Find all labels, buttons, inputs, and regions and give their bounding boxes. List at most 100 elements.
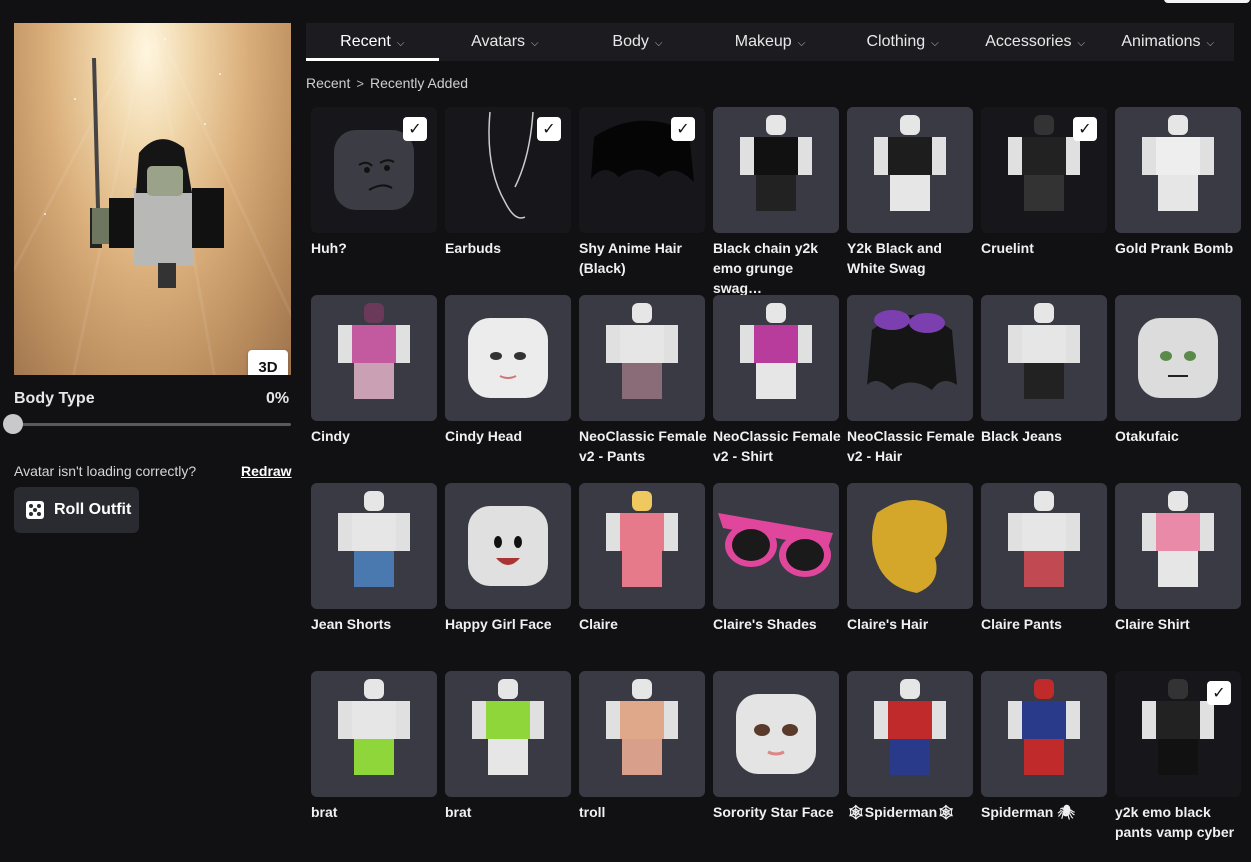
tab-clothing[interactable]: Clothing ⌵: [836, 23, 969, 61]
item-name: Claire: [579, 616, 618, 632]
chevron-down-icon: ⌵: [654, 37, 663, 49]
item-thumbnail[interactable]: [1115, 295, 1241, 421]
avatar-preview[interactable]: 3D: [14, 23, 291, 375]
item-thumbnail[interactable]: [445, 671, 571, 797]
item-thumbnail[interactable]: [713, 295, 839, 421]
tab-animations[interactable]: Animations ⌵: [1101, 23, 1234, 61]
item-thumbnail[interactable]: [981, 671, 1107, 797]
item-thumbnail[interactable]: [445, 295, 571, 421]
item-name: NeoClassic Female v2 - Hair: [847, 428, 975, 464]
tab-recent[interactable]: Recent ⌵: [306, 23, 439, 61]
tab-label: Avatars: [471, 33, 526, 50]
checkmark-icon[interactable]: ✓: [403, 117, 427, 141]
item-name: Cindy Head: [445, 428, 523, 444]
item-name: brat: [445, 804, 472, 820]
chevron-down-icon: ⌵: [531, 37, 539, 49]
tab-label: Clothing: [866, 33, 926, 50]
tab-avatars[interactable]: Avatars ⌵: [439, 23, 572, 61]
tab-label: Recent: [340, 33, 391, 50]
item-thumbnail[interactable]: [847, 483, 973, 609]
item-name: NeoClassic Female v2 - Pants: [579, 428, 707, 464]
body-type-slider[interactable]: [14, 423, 291, 426]
item-thumbnail[interactable]: [579, 295, 705, 421]
item-name: Sorority Star Face: [713, 804, 834, 820]
item-name: Claire's Hair: [847, 616, 929, 632]
item-name: y2k emo black pants vamp cyber: [1115, 804, 1235, 840]
item-thumbnail[interactable]: [847, 295, 973, 421]
item-name: Huh?: [311, 240, 347, 256]
item-thumbnail[interactable]: [311, 483, 437, 609]
checkmark-icon[interactable]: ✓: [537, 117, 561, 141]
view-3d-button[interactable]: 3D: [248, 350, 288, 375]
avatar-help-text: Avatar isn't loading correctly?: [14, 463, 197, 479]
body-type-slider-thumb[interactable]: [3, 414, 23, 434]
item-name: Otakufaic: [1115, 428, 1179, 444]
tab-label: Makeup: [734, 33, 792, 50]
body-type-value: 0%: [266, 390, 290, 407]
item-thumbnail[interactable]: [713, 483, 839, 609]
item-name: Claire Pants: [981, 616, 1062, 632]
item-thumbnail[interactable]: [311, 295, 437, 421]
item-thumbnail[interactable]: [311, 671, 437, 797]
item-name: Cruelint: [981, 240, 1034, 256]
breadcrumb-current: Recently Added: [369, 75, 469, 91]
tab-label: Body: [612, 33, 649, 50]
item-name: Black chain y2k emo grunge swag…: [713, 240, 819, 296]
item-thumbnail[interactable]: [579, 671, 705, 797]
tab-body[interactable]: Body ⌵: [571, 23, 704, 61]
item-name: Claire Shirt: [1115, 616, 1190, 632]
item-thumbnail[interactable]: [1115, 483, 1241, 609]
item-name: troll: [579, 804, 606, 820]
breadcrumb-root[interactable]: Recent: [306, 75, 350, 91]
sparkle: [164, 38, 166, 40]
item-name: Jean Shorts: [311, 616, 392, 632]
item-name: Happy Girl Face: [445, 616, 552, 632]
category-tabs: Recent ⌵ Avatars ⌵ Body ⌵ Makeup ⌵ Clothing ⌵…: [306, 23, 1234, 61]
item-name: Shy Anime Hair (Black): [579, 240, 682, 276]
tab-label: Accessories: [985, 33, 1072, 50]
redraw-link[interactable]: Redraw: [241, 463, 292, 479]
tab-makeup[interactable]: Makeup ⌵: [704, 23, 837, 61]
item-thumbnail[interactable]: [445, 483, 571, 609]
item-thumbnail[interactable]: [981, 295, 1107, 421]
chevron-down-icon: ⌵: [797, 37, 806, 49]
item-thumbnail[interactable]: ✓: [981, 107, 1107, 233]
item-thumbnail[interactable]: ✓: [445, 107, 571, 233]
item-name: Black Jeans: [981, 428, 1062, 444]
chevron-down-icon: ⌵: [1077, 37, 1086, 49]
item-name: Cindy: [311, 428, 350, 444]
item-thumbnail[interactable]: ✓: [1115, 671, 1241, 797]
item-thumbnail[interactable]: [713, 107, 839, 233]
avatar-model: [90, 58, 224, 288]
chevron-down-icon: ⌵: [1206, 37, 1215, 49]
item-name: Gold Prank Bomb: [1115, 240, 1234, 256]
item-name: Y2k Black and White Swag: [847, 240, 942, 276]
item-thumbnail[interactable]: [981, 483, 1107, 609]
item-thumbnail[interactable]: [847, 671, 973, 797]
checkmark-icon[interactable]: ✓: [671, 117, 695, 141]
roll-outfit-button[interactable]: Roll Outfit: [14, 487, 139, 533]
sparkle: [74, 98, 76, 100]
item-name: brat: [311, 804, 338, 820]
item-thumbnail[interactable]: [713, 671, 839, 797]
item-thumbnail[interactable]: [1115, 107, 1241, 233]
chevron-down-icon: ⌵: [931, 37, 939, 49]
item-name: Earbuds: [445, 240, 502, 256]
checkmark-icon[interactable]: ✓: [1073, 117, 1097, 141]
item-name: 🕸Spiderman🕸: [847, 804, 955, 820]
item-thumbnail[interactable]: ✓: [579, 107, 705, 233]
item-thumbnail[interactable]: ✓: [311, 107, 437, 233]
chevron-down-icon: ⌵: [396, 37, 405, 49]
top-right-control[interactable]: [1164, 0, 1250, 3]
item-name: NeoClassic Female v2 - Shirt: [713, 428, 841, 464]
sparkle: [44, 213, 46, 215]
body-type-label: Body Type: [14, 390, 95, 407]
tab-accessories[interactable]: Accessories ⌵: [969, 23, 1102, 61]
roll-outfit-label: Roll Outfit: [54, 501, 132, 518]
breadcrumb: Recent > Recently Added: [306, 75, 468, 91]
item-thumbnail[interactable]: [847, 107, 973, 233]
tab-label: Animations: [1121, 33, 1201, 50]
checkmark-icon[interactable]: ✓: [1207, 681, 1231, 705]
chevron-right-icon: >: [356, 75, 364, 91]
item-thumbnail[interactable]: [579, 483, 705, 609]
